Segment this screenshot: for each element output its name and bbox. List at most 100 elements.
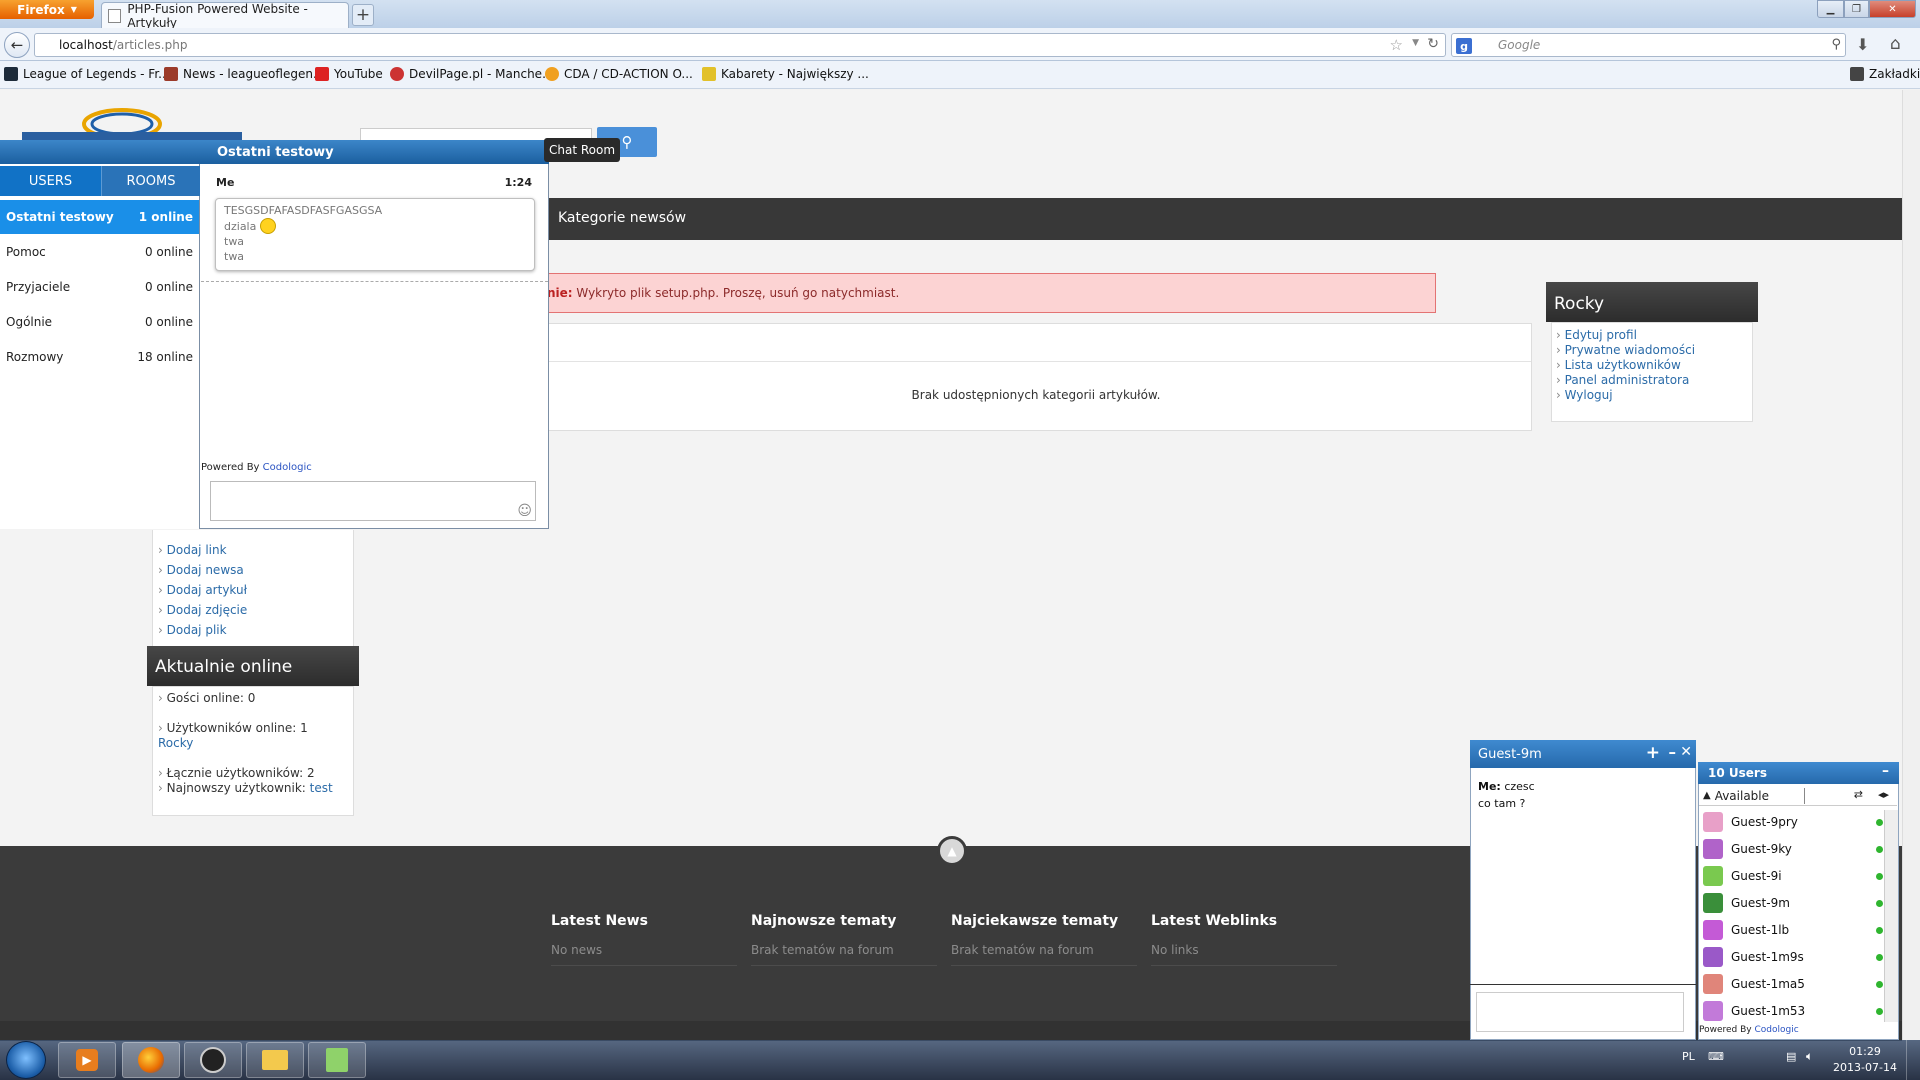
- bookmark-star-icon[interactable]: ☆: [1390, 36, 1403, 54]
- user-row[interactable]: Guest-9i: [1703, 863, 1883, 889]
- tray-volume-icon[interactable]: 🔈︎: [1806, 1049, 1813, 1064]
- url-bar[interactable]: localhost/articles.php ☆ ▼ ↻: [34, 33, 1446, 57]
- bookmark-item[interactable]: CDA / CD-ACTION O...: [545, 64, 693, 84]
- search-bar[interactable]: g Google ⚲: [1451, 33, 1846, 57]
- room-count: 18 online: [137, 350, 193, 364]
- private-chat-input[interactable]: [1476, 992, 1684, 1032]
- bookmark-item[interactable]: DevilPage.pl - Manche...: [390, 64, 554, 84]
- online-user-link[interactable]: Rocky: [158, 736, 353, 751]
- tray-network-icon[interactable]: ▤: [1786, 1050, 1796, 1063]
- language-indicator[interactable]: PL: [1682, 1050, 1695, 1063]
- panel-divider: [541, 361, 1531, 362]
- codologic-link[interactable]: Codologic: [1755, 1025, 1799, 1035]
- message-line: Me: czesc: [1478, 778, 1535, 795]
- kabarety-icon: [702, 67, 716, 81]
- online-status-icon: [1876, 845, 1883, 853]
- edit-profile-link[interactable]: Edytuj profil: [1556, 328, 1752, 343]
- close-window-button[interactable]: ✕: [1869, 0, 1916, 18]
- private-chat-title: Guest-9m: [1478, 746, 1542, 762]
- tab-rooms[interactable]: ROOMS: [101, 166, 200, 196]
- google-icon[interactable]: g: [1456, 38, 1472, 54]
- chat-title[interactable]: Ostatni testowy: [0, 140, 549, 164]
- message-header: Me 1:24: [216, 176, 532, 189]
- users-list-scrollbar[interactable]: [1884, 810, 1898, 1022]
- user-row[interactable]: Guest-9pry: [1703, 809, 1883, 835]
- minimize-icon[interactable]: –: [1669, 743, 1677, 761]
- newest-user-link[interactable]: test: [310, 781, 333, 795]
- user-row[interactable]: Guest-1ma5: [1703, 971, 1883, 997]
- online-status-icon: [1876, 818, 1883, 826]
- explorer-taskbar-button[interactable]: [246, 1042, 304, 1078]
- admin-panel-link[interactable]: Panel administratora: [1556, 373, 1752, 388]
- home-icon[interactable]: ⌂: [1890, 34, 1901, 54]
- private-chat-titlebar[interactable]: Guest-9m + – ✕: [1470, 740, 1696, 768]
- swap-icon[interactable]: ⇄: [1854, 788, 1863, 801]
- minimize-icon[interactable]: –: [1882, 763, 1889, 779]
- user-row[interactable]: Guest-1m9s: [1703, 944, 1883, 970]
- bookmarks-menu[interactable]: Zakładki: [1850, 64, 1920, 84]
- bookmark-label: Kabarety - Największy ...: [721, 67, 869, 81]
- editor-taskbar-button[interactable]: [308, 1042, 366, 1078]
- powered-by-text: Powered By Codologic: [201, 462, 312, 473]
- bookmark-item[interactable]: Kabarety - Największy ...: [702, 64, 869, 84]
- room-item[interactable]: Ogólnie 0 online: [0, 305, 199, 339]
- media-player-taskbar-button[interactable]: ▶: [58, 1042, 116, 1078]
- start-button[interactable]: [6, 1041, 46, 1079]
- codologic-link[interactable]: Codologic: [263, 462, 312, 473]
- maximize-button[interactable]: ❐: [1844, 0, 1869, 18]
- emoji-picker-icon[interactable]: ☺: [517, 503, 532, 519]
- show-desktop-button[interactable]: [1906, 1040, 1920, 1080]
- user-row[interactable]: Guest-9m: [1703, 890, 1883, 916]
- powered-by-label: Powered By: [201, 462, 260, 473]
- submit-news-link[interactable]: Dodaj newsa: [158, 560, 353, 580]
- add-icon[interactable]: +: [1646, 743, 1660, 763]
- back-button[interactable]: ←: [4, 32, 30, 58]
- online-panel-title: Aktualnie online: [147, 646, 359, 686]
- user-row[interactable]: Guest-1lb: [1703, 917, 1883, 943]
- chat-message-input[interactable]: ☺: [210, 481, 536, 521]
- room-item[interactable]: Przyjaciele 0 online: [0, 270, 199, 304]
- bookmark-item[interactable]: YouTube: [315, 64, 383, 84]
- page-scrollbar[interactable]: [1902, 90, 1920, 1040]
- user-row[interactable]: Guest-1m53: [1703, 998, 1883, 1024]
- system-clock[interactable]: 01:29 2013-07-14: [1830, 1044, 1900, 1076]
- submit-article-link[interactable]: Dodaj artykuł: [158, 580, 353, 600]
- room-item[interactable]: Pomoc 0 online: [0, 235, 199, 269]
- browser-tab[interactable]: PHP-Fusion Powered Website - Artykuły: [101, 2, 349, 30]
- members-list-link[interactable]: Lista użytkowników: [1556, 358, 1752, 373]
- sound-icon[interactable]: ◂▸: [1878, 788, 1889, 801]
- nav-category-link[interactable]: Kategorie newsów: [558, 210, 686, 226]
- user-row[interactable]: Guest-9ky: [1703, 836, 1883, 862]
- status-selector[interactable]: ▲ Available ⇄ ◂▸: [1699, 786, 1897, 806]
- bookmark-label: CDA / CD-ACTION O...: [564, 67, 693, 81]
- url-dropdown-icon[interactable]: ▼: [1412, 38, 1419, 48]
- chat-room-tab[interactable]: Chat Room: [544, 138, 620, 162]
- page-favicon-icon: [108, 8, 122, 23]
- online-status-icon: [1876, 953, 1883, 961]
- minimize-button[interactable]: ▁: [1817, 0, 1844, 18]
- close-icon[interactable]: ✕: [1680, 744, 1692, 760]
- users-list-title[interactable]: 10 Users –: [1698, 762, 1899, 784]
- new-tab-button[interactable]: +: [352, 4, 374, 26]
- clock-date: 2013-07-14: [1833, 1061, 1897, 1074]
- room-item[interactable]: Rozmowy 18 online: [0, 340, 199, 374]
- bookmark-item[interactable]: League of Legends - Fr...: [4, 64, 170, 84]
- submit-photo-link[interactable]: Dodaj zdjęcie: [158, 600, 353, 620]
- user-avatar-icon: [1703, 920, 1723, 940]
- reload-icon[interactable]: ↻: [1427, 36, 1439, 52]
- private-messages-link[interactable]: Prywatne wiadomości: [1556, 343, 1752, 358]
- room-name: Rozmowy: [6, 350, 64, 364]
- submit-file-link[interactable]: Dodaj plik: [158, 620, 353, 640]
- submit-link-link[interactable]: Dodaj link: [158, 540, 353, 560]
- tab-users[interactable]: USERS: [0, 166, 101, 196]
- firefox-taskbar-button[interactable]: [122, 1042, 180, 1078]
- bookmark-item[interactable]: News - leagueoflegen...: [164, 64, 324, 84]
- logout-link[interactable]: Wyloguj: [1556, 388, 1752, 403]
- league-taskbar-button[interactable]: [184, 1042, 242, 1078]
- tray-keyboard-icon[interactable]: ⌨: [1708, 1050, 1724, 1063]
- search-icon[interactable]: ⚲: [1831, 37, 1841, 52]
- firefox-menu-button[interactable]: Firefox ▼: [0, 0, 94, 19]
- downloads-icon[interactable]: ⬇: [1856, 35, 1869, 54]
- scroll-top-button[interactable]: ▲: [937, 836, 967, 866]
- room-item[interactable]: Ostatni testowy 1 online: [0, 200, 199, 234]
